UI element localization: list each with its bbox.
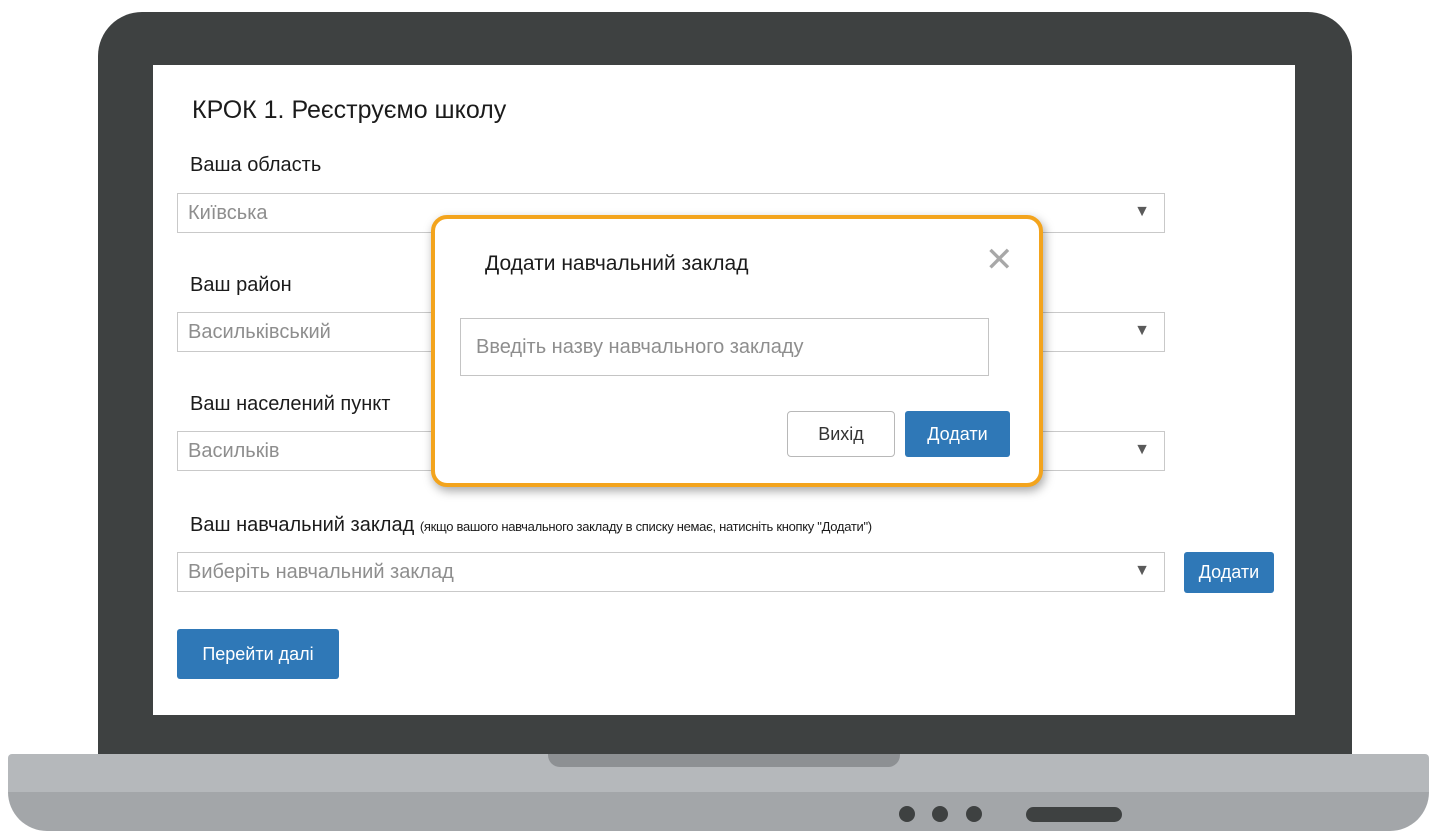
laptop-hinge <box>548 754 900 767</box>
school-select-placeholder: Виберіть навчальний заклад <box>188 561 454 583</box>
next-step-button[interactable]: Перейти далі <box>177 629 339 679</box>
indicator-bar <box>1026 807 1122 822</box>
settlement-label: Ваш населений пункт <box>190 393 391 415</box>
dropdown-arrow-icon: ▼ <box>1134 562 1150 579</box>
school-label-text: Ваш навчальний заклад <box>190 514 415 536</box>
region-label: Ваша область <box>190 154 322 176</box>
school-name-placeholder: Введіть назву навчального закладу <box>476 336 804 358</box>
dropdown-arrow-icon: ▼ <box>1134 441 1150 458</box>
region-select-value: Київська <box>188 202 268 224</box>
school-name-input[interactable]: Введіть назву навчального закладу <box>460 318 989 376</box>
school-select[interactable]: Виберіть навчальний заклад ▼ <box>177 552 1165 592</box>
page-title: КРОК 1. Реєструємо школу <box>192 96 507 124</box>
exit-button[interactable]: Вихід <box>787 411 895 457</box>
indicator-dot <box>899 806 915 822</box>
school-label: Ваш навчальний заклад (якщо вашого навча… <box>190 514 872 537</box>
school-label-hint: (якщо вашого навчального закладу в списк… <box>419 519 872 534</box>
dropdown-arrow-icon: ▼ <box>1134 322 1150 339</box>
close-icon[interactable]: ✕ <box>985 243 1014 277</box>
district-select-value: Васильківський <box>188 321 331 343</box>
district-label: Ваш район <box>190 274 292 296</box>
laptop-base-bottom <box>8 792 1429 831</box>
settlement-select-value: Васильків <box>188 440 280 462</box>
dialog-title: Додати навчальний заклад <box>485 252 749 275</box>
indicator-dot <box>966 806 982 822</box>
dialog-add-button[interactable]: Додати <box>905 411 1010 457</box>
add-school-button[interactable]: Додати <box>1184 552 1274 593</box>
indicator-dot <box>932 806 948 822</box>
dropdown-arrow-icon: ▼ <box>1134 203 1150 220</box>
